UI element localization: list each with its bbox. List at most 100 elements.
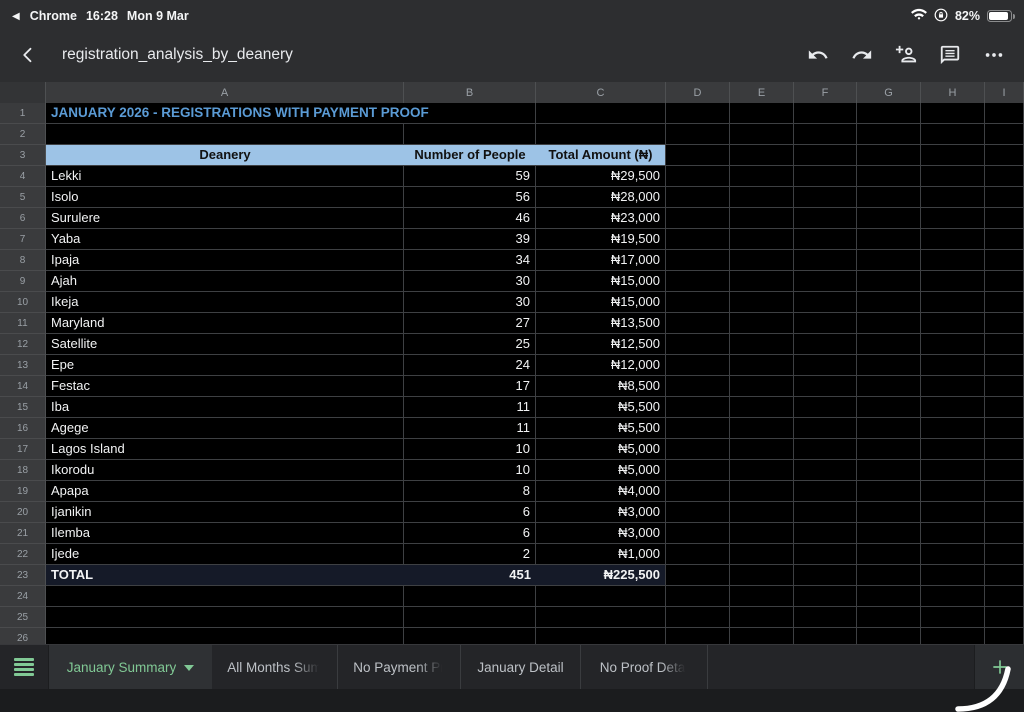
- cell-E5[interactable]: [730, 187, 794, 208]
- cell-F16[interactable]: [794, 418, 857, 439]
- cell-D6[interactable]: [666, 208, 730, 229]
- cell-A11[interactable]: Maryland: [46, 313, 404, 334]
- cell-E11[interactable]: [730, 313, 794, 334]
- cell-G15[interactable]: [857, 397, 921, 418]
- cell-H8[interactable]: [921, 250, 985, 271]
- cell-E23[interactable]: [730, 565, 794, 586]
- cell-A5[interactable]: Isolo: [46, 187, 404, 208]
- cell-D10[interactable]: [666, 292, 730, 313]
- cell-I10[interactable]: [985, 292, 1024, 313]
- row-header-22[interactable]: 22: [0, 544, 46, 565]
- cell-D25[interactable]: [666, 607, 730, 628]
- row-header-20[interactable]: 20: [0, 502, 46, 523]
- cell-G21[interactable]: [857, 523, 921, 544]
- cell-G1[interactable]: [857, 103, 921, 124]
- cell-I2[interactable]: [985, 124, 1024, 145]
- cell-C4[interactable]: ₦29,500: [536, 166, 666, 187]
- cell-G2[interactable]: [857, 124, 921, 145]
- cell-B7[interactable]: 39: [404, 229, 536, 250]
- cell-G4[interactable]: [857, 166, 921, 187]
- cell-I3[interactable]: [985, 145, 1024, 166]
- cell-I21[interactable]: [985, 523, 1024, 544]
- row-header-12[interactable]: 12: [0, 334, 46, 355]
- cell-H15[interactable]: [921, 397, 985, 418]
- cell-H18[interactable]: [921, 460, 985, 481]
- cell-C18[interactable]: ₦5,000: [536, 460, 666, 481]
- cell-H13[interactable]: [921, 355, 985, 376]
- cell-D1[interactable]: [666, 103, 730, 124]
- cell-D13[interactable]: [666, 355, 730, 376]
- cell-D20[interactable]: [666, 502, 730, 523]
- back-to-app-label[interactable]: Chrome: [30, 9, 77, 23]
- cell-E21[interactable]: [730, 523, 794, 544]
- cell-G16[interactable]: [857, 418, 921, 439]
- row-header-10[interactable]: 10: [0, 292, 46, 313]
- row-header-24[interactable]: 24: [0, 586, 46, 607]
- cell-B3[interactable]: Number of People: [404, 145, 536, 166]
- cell-F21[interactable]: [794, 523, 857, 544]
- cell-C2[interactable]: [536, 124, 666, 145]
- row-header-3[interactable]: 3: [0, 145, 46, 166]
- cell-F17[interactable]: [794, 439, 857, 460]
- cell-A9[interactable]: Ajah: [46, 271, 404, 292]
- cell-D5[interactable]: [666, 187, 730, 208]
- cell-I15[interactable]: [985, 397, 1024, 418]
- cell-B6[interactable]: 46: [404, 208, 536, 229]
- cell-A23[interactable]: TOTAL: [46, 565, 404, 586]
- cell-B21[interactable]: 6: [404, 523, 536, 544]
- cell-B14[interactable]: 17: [404, 376, 536, 397]
- cell-D14[interactable]: [666, 376, 730, 397]
- cell-B9[interactable]: 30: [404, 271, 536, 292]
- cell-B22[interactable]: 2: [404, 544, 536, 565]
- cell-H16[interactable]: [921, 418, 985, 439]
- cell-C20[interactable]: ₦3,000: [536, 502, 666, 523]
- cell-D8[interactable]: [666, 250, 730, 271]
- cell-F7[interactable]: [794, 229, 857, 250]
- cell-F19[interactable]: [794, 481, 857, 502]
- cell-F4[interactable]: [794, 166, 857, 187]
- cell-H19[interactable]: [921, 481, 985, 502]
- cell-C17[interactable]: ₦5,000: [536, 439, 666, 460]
- cell-I5[interactable]: [985, 187, 1024, 208]
- cell-C12[interactable]: ₦12,500: [536, 334, 666, 355]
- cell-A2[interactable]: [46, 124, 404, 145]
- cell-I14[interactable]: [985, 376, 1024, 397]
- cell-G11[interactable]: [857, 313, 921, 334]
- cell-I24[interactable]: [985, 586, 1024, 607]
- row-header-4[interactable]: 4: [0, 166, 46, 187]
- cell-H21[interactable]: [921, 523, 985, 544]
- cell-F20[interactable]: [794, 502, 857, 523]
- cell-A16[interactable]: Agege: [46, 418, 404, 439]
- row-header-9[interactable]: 9: [0, 271, 46, 292]
- cell-D23[interactable]: [666, 565, 730, 586]
- column-header-A[interactable]: A: [46, 82, 404, 105]
- row-header-26[interactable]: 26: [0, 628, 46, 644]
- cell-F1[interactable]: [794, 103, 857, 124]
- cell-F18[interactable]: [794, 460, 857, 481]
- cell-A8[interactable]: Ipaja: [46, 250, 404, 271]
- cell-E19[interactable]: [730, 481, 794, 502]
- cell-B10[interactable]: 30: [404, 292, 536, 313]
- column-header-E[interactable]: E: [730, 82, 794, 105]
- cell-H12[interactable]: [921, 334, 985, 355]
- cell-I8[interactable]: [985, 250, 1024, 271]
- cell-A20[interactable]: Ijanikin: [46, 502, 404, 523]
- cell-F5[interactable]: [794, 187, 857, 208]
- cell-A13[interactable]: Epe: [46, 355, 404, 376]
- cell-H9[interactable]: [921, 271, 985, 292]
- cell-C6[interactable]: ₦23,000: [536, 208, 666, 229]
- cell-H6[interactable]: [921, 208, 985, 229]
- cell-D17[interactable]: [666, 439, 730, 460]
- cell-A1[interactable]: JANUARY 2026 - REGISTRATIONS WITH PAYMEN…: [46, 103, 536, 124]
- cell-I26[interactable]: [985, 628, 1024, 644]
- cell-B12[interactable]: 25: [404, 334, 536, 355]
- cell-G19[interactable]: [857, 481, 921, 502]
- cell-G24[interactable]: [857, 586, 921, 607]
- more-options-button[interactable]: [982, 43, 1006, 67]
- cell-G26[interactable]: [857, 628, 921, 644]
- cell-E4[interactable]: [730, 166, 794, 187]
- cell-I9[interactable]: [985, 271, 1024, 292]
- cell-D15[interactable]: [666, 397, 730, 418]
- back-to-app-icon[interactable]: ◀: [12, 11, 21, 22]
- cell-G10[interactable]: [857, 292, 921, 313]
